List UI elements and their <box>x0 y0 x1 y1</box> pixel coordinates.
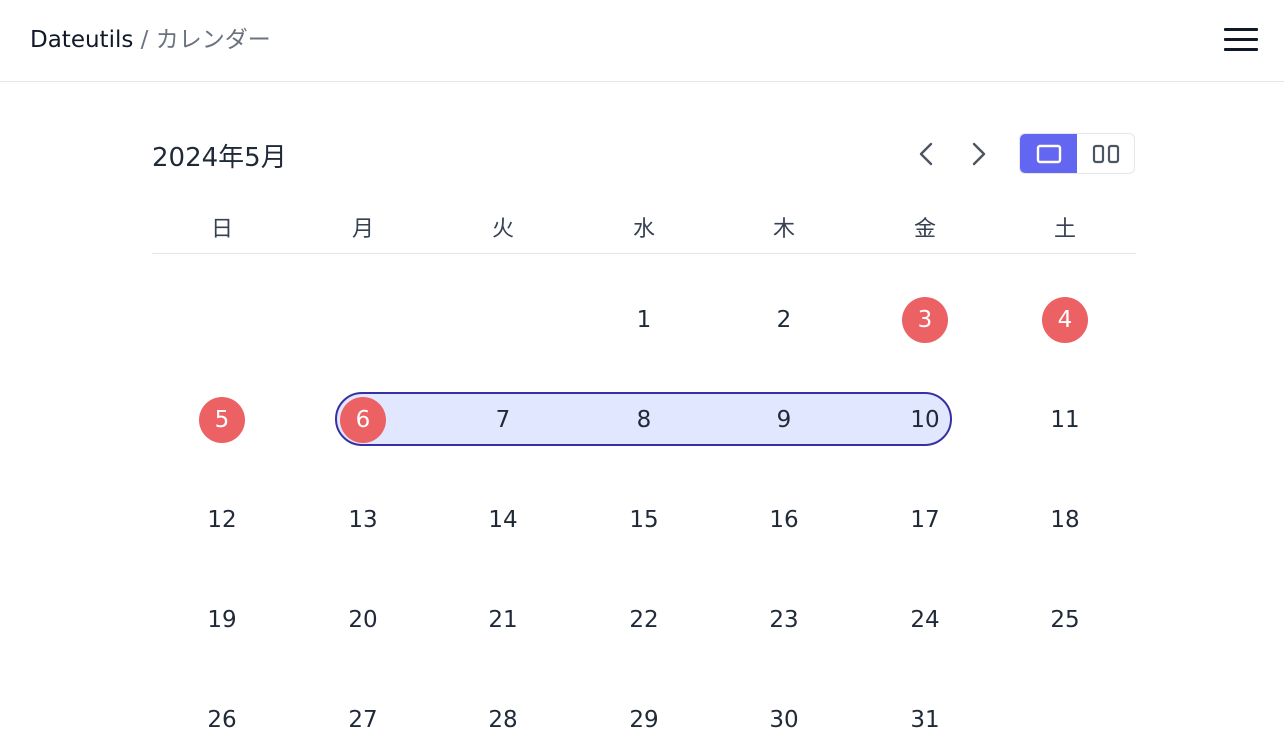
holiday-day-cell[interactable]: 4 <box>1042 297 1088 343</box>
day-cell[interactable]: 25 <box>1042 597 1088 643</box>
weekday-header: 日月火水木金土 <box>152 208 1136 254</box>
day-cell[interactable]: 22 <box>621 597 667 643</box>
day-cell[interactable]: 29 <box>621 697 667 743</box>
day-cell[interactable]: 11 <box>1042 397 1088 443</box>
app-name[interactable]: Dateutils <box>30 27 133 53</box>
day-cell[interactable]: 15 <box>621 497 667 543</box>
weekday-label: 金 <box>913 217 936 242</box>
day-cell[interactable]: 21 <box>480 597 526 643</box>
single-month-icon <box>1036 144 1061 163</box>
holiday-day-cell[interactable]: 6 <box>340 397 386 443</box>
day-cell[interactable]: 2 <box>761 297 807 343</box>
holiday-day-cell[interactable]: 5 <box>199 397 245 443</box>
day-cell[interactable]: 31 <box>902 697 948 743</box>
two-month-icon <box>1092 144 1119 163</box>
day-cell[interactable]: 8 <box>621 397 667 443</box>
day-cell[interactable]: 26 <box>199 697 245 743</box>
weekday-label: 水 <box>632 217 655 242</box>
weekday-label: 火 <box>491 217 514 242</box>
holiday-day-cell[interactable]: 3 <box>902 297 948 343</box>
month-title: 2024年5月 <box>152 143 287 173</box>
day-cell[interactable]: 18 <box>1042 497 1088 543</box>
day-cell[interactable]: 13 <box>340 497 386 543</box>
day-cell[interactable]: 24 <box>902 597 948 643</box>
weekday-label: 木 <box>772 217 795 242</box>
day-cell[interactable]: 30 <box>761 697 807 743</box>
day-cell[interactable]: 19 <box>199 597 245 643</box>
day-cell[interactable]: 23 <box>761 597 807 643</box>
menu-line <box>1224 48 1258 51</box>
menu-line <box>1224 38 1258 41</box>
day-cell[interactable]: 17 <box>902 497 948 543</box>
breadcrumb-separator: / <box>140 27 149 53</box>
breadcrumb: Dateutils / カレンダー <box>30 26 271 54</box>
day-cell[interactable]: 28 <box>480 697 526 743</box>
weekday-label: 日 <box>210 217 233 242</box>
weekday-label: 土 <box>1053 217 1076 242</box>
day-cell[interactable]: 16 <box>761 497 807 543</box>
day-cell[interactable]: 27 <box>340 697 386 743</box>
two-month-view-button[interactable] <box>1077 134 1134 173</box>
day-cell[interactable]: 1 <box>621 297 667 343</box>
top-bar: Dateutils / カレンダー <box>0 0 1284 82</box>
page-name: カレンダー <box>155 27 271 53</box>
menu-line <box>1224 28 1258 31</box>
day-cell[interactable]: 12 <box>199 497 245 543</box>
view-mode-toggle <box>1019 133 1135 174</box>
hamburger-menu-icon[interactable] <box>1222 26 1260 54</box>
chevron-left-icon[interactable] <box>911 138 943 170</box>
day-cell[interactable]: 20 <box>340 597 386 643</box>
single-month-view-button[interactable] <box>1020 134 1077 173</box>
day-cell[interactable]: 9 <box>761 397 807 443</box>
weekday-label: 月 <box>351 217 374 242</box>
day-cell[interactable]: 7 <box>480 397 526 443</box>
day-cell[interactable]: 14 <box>480 497 526 543</box>
day-cell[interactable]: 10 <box>902 397 948 443</box>
chevron-right-icon[interactable] <box>962 138 994 170</box>
